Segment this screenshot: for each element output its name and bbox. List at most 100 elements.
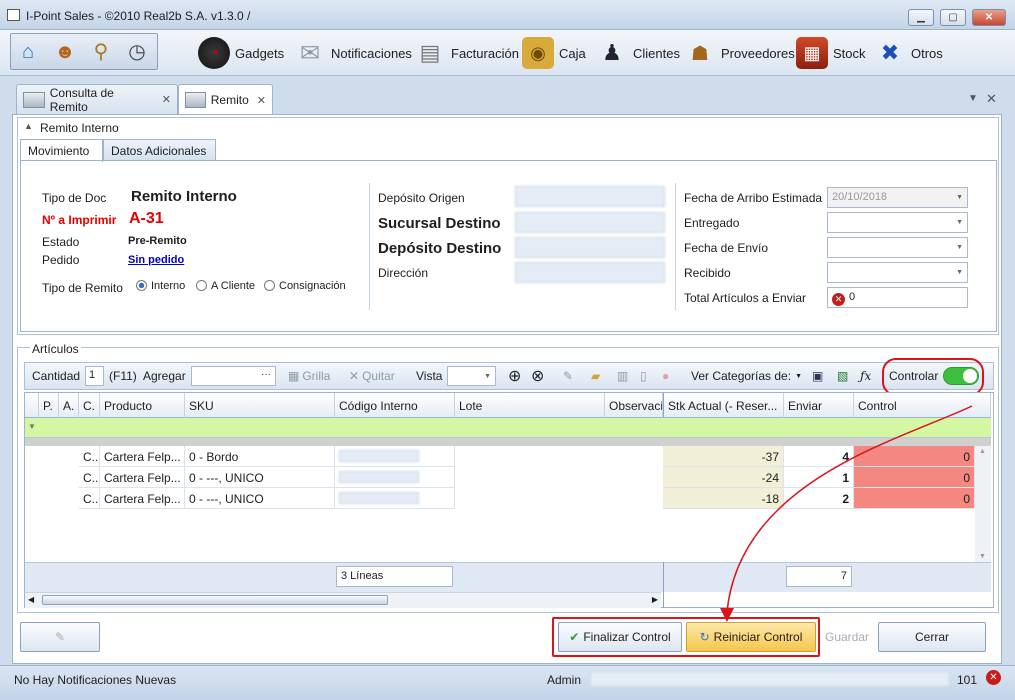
group-title: Remito Interno [40, 121, 119, 135]
col-header-producto[interactable]: Producto [100, 393, 185, 418]
cell-codigo-interno[interactable] [335, 446, 455, 467]
cerrar-button[interactable]: Cerrar [878, 622, 986, 652]
zoom-in-icon[interactable]: ⊕ [508, 362, 521, 390]
radio-icon [136, 280, 147, 291]
home-icon[interactable]: ⌂ [14, 38, 42, 66]
cell-producto[interactable]: Cartera Felp... [100, 488, 185, 509]
tab-datos-adicionales[interactable]: Datos Adicionales [103, 139, 216, 161]
cell-producto[interactable]: Cartera Felp... [100, 467, 185, 488]
fecha-arribo-field[interactable]: 20/10/2018 ▼ [827, 187, 968, 208]
radio-icon [196, 280, 207, 291]
tab-movimiento[interactable]: Movimiento [20, 139, 103, 162]
col-header-c[interactable]: C. [79, 393, 100, 418]
scroll-left-icon[interactable]: ◀ [28, 595, 34, 604]
deposito-origen-field[interactable] [515, 186, 665, 207]
notifications-status[interactable]: No Hay Notificaciones Nuevas [14, 673, 176, 687]
col-header-a[interactable]: A. [59, 393, 79, 418]
cell-sku[interactable]: 0 - Bordo [185, 446, 335, 467]
zoom-reset-icon[interactable]: ⊗ [531, 362, 544, 390]
radio-a-cliente[interactable]: A Cliente [196, 280, 255, 292]
menu-stock[interactable]: ▦ Stock [796, 30, 866, 76]
col-header-selector [25, 393, 39, 418]
guardar-button[interactable]: Guardar [822, 622, 872, 652]
cell-codigo-interno[interactable] [335, 488, 455, 509]
ellipsis-icon[interactable]: ··· [261, 369, 271, 380]
collapse-icon[interactable]: ▲ [24, 121, 33, 131]
agregar-label: Agregar [143, 369, 186, 383]
col-header-lote[interactable]: Lote [455, 393, 605, 418]
scroll-right-icon[interactable]: ▶ [652, 595, 658, 604]
minimize-button[interactable]: ▁ [908, 9, 934, 26]
menu-otros[interactable]: ✖ Otros [874, 30, 943, 76]
col-header-codigo-interno[interactable]: Código Interno [335, 393, 455, 418]
fecha-arribo-label: Fecha de Arribo Estimada [684, 191, 823, 205]
radio-icon [264, 280, 275, 291]
redacted-status [590, 671, 950, 687]
deposito-destino-field[interactable] [515, 237, 665, 258]
chevron-down-icon: ▼ [484, 373, 491, 380]
col-header-observaciones[interactable]: Observaci [605, 393, 663, 418]
cell-c[interactable]: C... [79, 467, 100, 488]
tab-remito[interactable]: Remito ✕ [178, 84, 273, 115]
error-icon[interactable]: ✕ [986, 670, 1001, 685]
chevron-down-icon: ▼ [956, 219, 963, 226]
close-window-button[interactable]: ✕ [972, 9, 1006, 26]
tipo-remito-label: Tipo de Remito [42, 281, 123, 295]
frozen-divider [663, 562, 664, 608]
cell-codigo-interno[interactable] [335, 467, 455, 488]
users-icon[interactable]: ☻ [51, 38, 79, 66]
nro-imprimir-value: A-31 [129, 210, 164, 227]
clock-icon[interactable]: ◷ [123, 38, 151, 66]
redacted [339, 450, 419, 462]
scroll-thumb[interactable] [42, 595, 388, 605]
estado-label: Estado [42, 235, 80, 249]
cell-sku[interactable]: 0 - ---, UNICO [185, 488, 335, 509]
cell-sku[interactable]: 0 - ---, UNICO [185, 467, 335, 488]
maximize-button[interactable]: ▢ [940, 9, 966, 26]
menu-proveedores[interactable]: ☗ Proveedores [684, 30, 795, 76]
menu-clientes[interactable]: ♟ Clientes [596, 30, 680, 76]
grid-icon: ▦ [288, 369, 300, 383]
menu-gadgets[interactable]: ◔ Gadgets [198, 30, 284, 76]
menu-notificaciones[interactable]: ✉ Notificaciones [294, 30, 412, 76]
menu-caja[interactable]: ◉ Caja [522, 30, 586, 76]
eraser-icon[interactable]: ✎ [563, 362, 573, 390]
recibido-field[interactable]: ▼ [827, 262, 968, 283]
document-icon[interactable]: ▯ [640, 362, 647, 390]
sucursal-destino-field[interactable] [515, 212, 665, 233]
stop-icon[interactable]: ● [662, 362, 669, 390]
col-header-sku[interactable]: SKU [185, 393, 335, 418]
articulos-title: Artículos [30, 342, 81, 356]
quitar-button[interactable]: ✕ Quitar [349, 362, 395, 390]
pedido-link[interactable]: Sin pedido [128, 254, 184, 266]
tab-close-icon[interactable]: ✕ [257, 94, 266, 107]
direccion-field[interactable] [515, 262, 665, 283]
tab-list-dropdown-icon[interactable]: ▼ [968, 93, 978, 104]
gauge-icon: ◔ [198, 37, 230, 69]
col-header-p[interactable]: P. [39, 393, 59, 418]
agregar-input[interactable]: ··· [191, 366, 276, 386]
vista-select[interactable]: ▼ [447, 366, 496, 386]
redacted [339, 471, 419, 483]
search-icon[interactable]: ⚲ [87, 38, 115, 66]
count-status: 101 [957, 673, 978, 687]
radio-interno[interactable]: Interno [136, 280, 185, 292]
cell-c[interactable]: C... [79, 488, 100, 509]
tab-close-icon[interactable]: ✕ [162, 93, 171, 106]
radio-consignacion[interactable]: Consignación [264, 280, 346, 292]
grilla-button[interactable]: ▦ Grilla [288, 362, 330, 390]
fecha-envio-label: Fecha de Envío [684, 241, 769, 255]
folder-icon[interactable]: ▰ [591, 362, 600, 390]
cell-producto[interactable]: Cartera Felp... [100, 446, 185, 467]
tab-consulta-remito[interactable]: Consulta de Remito ✕ [16, 84, 178, 114]
fecha-envio-field[interactable]: ▼ [827, 237, 968, 258]
entregado-field[interactable]: ▼ [827, 212, 968, 233]
deposito-origen-label: Depósito Origen [378, 191, 465, 205]
disabled-button: ✎ [20, 622, 100, 652]
tab-close-all-icon[interactable]: ✕ [986, 91, 997, 107]
cell-c[interactable]: C... [79, 446, 100, 467]
menu-facturacion[interactable]: ▤ Facturación [414, 30, 519, 76]
cantidad-input[interactable]: 1 [85, 366, 104, 386]
app-icon [7, 9, 20, 21]
export-icon[interactable]: ▥ [617, 362, 628, 390]
